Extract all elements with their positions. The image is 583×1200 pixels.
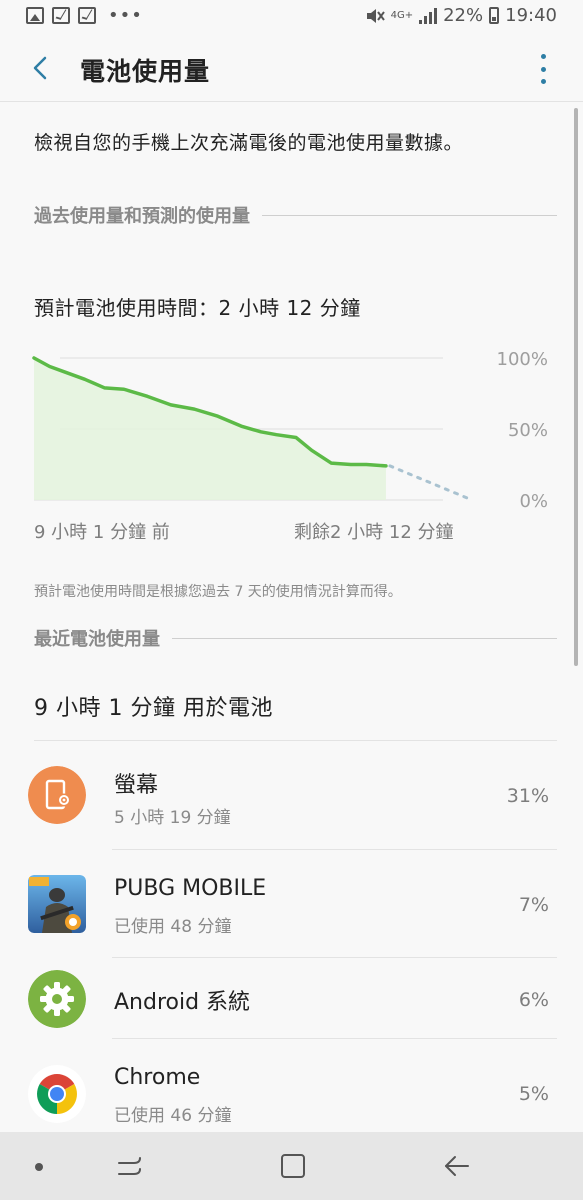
network-type: 4G+ <box>390 9 414 21</box>
app-usage-detail: 已使用 46 分鐘 <box>114 1106 232 1126</box>
back-arrow-icon[interactable] <box>26 52 58 84</box>
screen-icon <box>28 766 86 824</box>
mail-notification-icon-2 <box>78 7 96 24</box>
history-section-label: 過去使用量和預測的使用量 <box>34 206 250 227</box>
app-row-chrome[interactable]: Chrome 已使用 46 分鐘 5% <box>0 1041 583 1141</box>
app-percent: 5% <box>518 1083 549 1105</box>
recent-section-label: 最近電池使用量 <box>34 629 160 650</box>
chart-y-tick-label: 0% <box>519 491 548 510</box>
estimate-note: 預計電池使用時間是根據您過去 7 天的使用情況計算而得。 <box>34 584 402 600</box>
chart-x-end-label: 剩餘2 小時 12 分鐘 <box>294 522 454 543</box>
app-row-screen[interactable]: 螢幕 5 小時 19 分鐘 31% <box>0 743 583 843</box>
android-system-gear-icon <box>28 970 86 1028</box>
battery-usage-chart: 100% 50% 0% <box>32 349 548 510</box>
signal-icon <box>419 7 438 24</box>
app-name: PUBG MOBILE <box>114 876 267 901</box>
app-percent: 7% <box>518 894 549 916</box>
mute-icon <box>366 8 385 23</box>
chart-y-tick-label: 50% <box>508 420 548 441</box>
status-bar: ••• 4G+ 22% 19:40 <box>0 0 583 34</box>
app-name: Android 系統 <box>114 990 251 1015</box>
mail-notification-icon <box>52 7 70 24</box>
app-row-pubg[interactable]: PUBG MOBILE 已使用 48 分鐘 7% <box>0 852 583 952</box>
recent-apps-icon[interactable] <box>116 1154 144 1178</box>
home-icon[interactable] <box>281 1154 305 1178</box>
section-divider <box>262 214 557 216</box>
app-usage-detail: 已使用 48 分鐘 <box>114 917 232 937</box>
clock: 19:40 <box>505 5 557 26</box>
history-section-header: 過去使用量和預測的使用量 <box>34 202 557 228</box>
app-percent: 31% <box>506 785 549 807</box>
navigation-bar <box>0 1132 583 1200</box>
battery-percent: 22% <box>443 5 484 26</box>
battery-icon <box>489 7 500 24</box>
recent-section-header: 最近電池使用量 <box>34 625 557 651</box>
chrome-icon <box>28 1065 86 1123</box>
app-usage-detail: 5 小時 19 分鐘 <box>114 808 231 828</box>
app-name: Chrome <box>114 1065 201 1090</box>
app-bar: 電池使用量 <box>0 34 583 102</box>
list-divider <box>112 849 557 850</box>
more-notifications-icon: ••• <box>108 4 143 26</box>
app-percent: 6% <box>518 989 549 1011</box>
section-divider <box>172 637 557 639</box>
hide-navbar-dot-icon[interactable] <box>35 1163 43 1171</box>
intro-text: 檢視自您的手機上次充滿電後的電池使用量數據。 <box>34 132 464 154</box>
list-divider <box>112 957 557 958</box>
total-battery-time: 9 小時 1 分鐘 用於電池 <box>34 696 273 721</box>
list-divider <box>112 1038 557 1039</box>
more-options-icon[interactable] <box>535 54 551 84</box>
chart-predicted-line <box>388 464 474 502</box>
page-title: 電池使用量 <box>80 57 211 86</box>
gallery-notification-icon <box>26 7 44 24</box>
app-name: 螢幕 <box>114 773 159 798</box>
nav-back-icon[interactable] <box>443 1152 471 1180</box>
chart-x-start-label: 9 小時 1 分鐘 前 <box>34 522 170 543</box>
estimated-time: 預計電池使用時間：2 小時 12 分鐘 <box>34 296 361 320</box>
list-divider <box>34 740 557 741</box>
pubg-icon <box>28 875 86 933</box>
chart-y-tick-label: 100% <box>497 349 548 370</box>
